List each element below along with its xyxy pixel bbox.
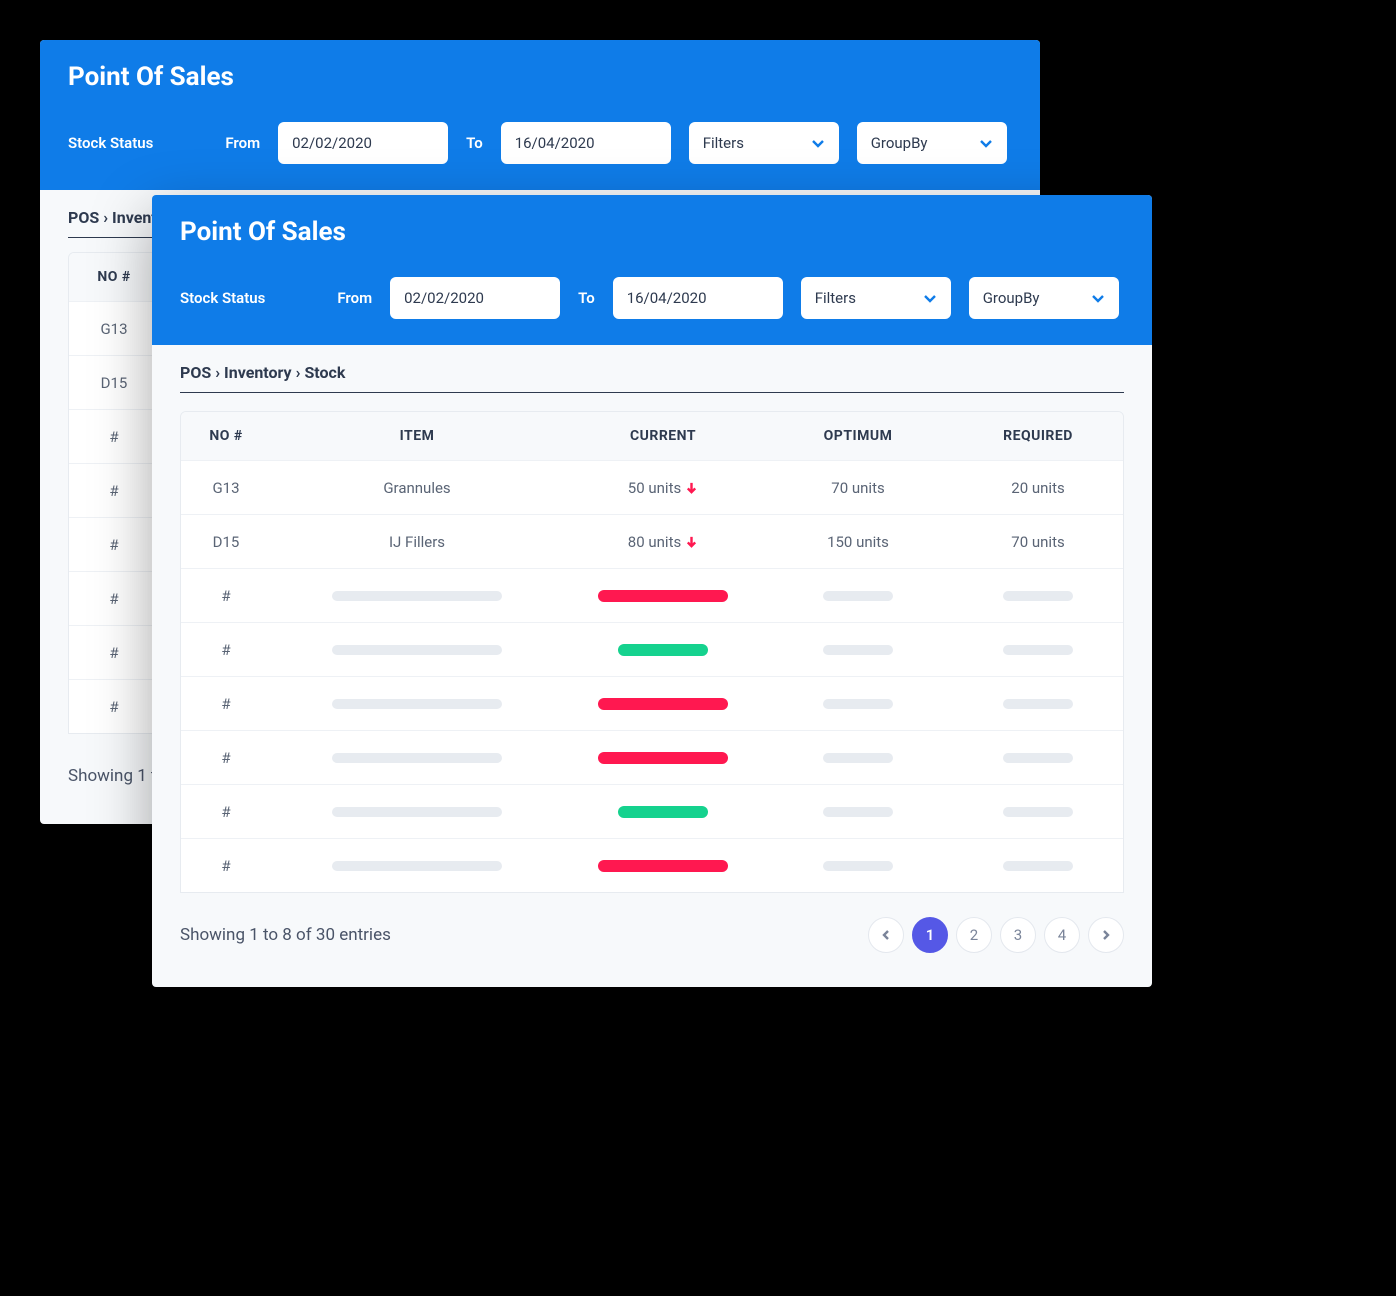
- table-footer: Showing 1 to 8 of 30 entries 1 2 3 4: [152, 893, 1152, 987]
- filters-select[interactable]: Filters: [689, 122, 839, 164]
- stock-status-label: Stock Status: [68, 134, 153, 152]
- col-current: CURRENT: [563, 428, 763, 444]
- table-row[interactable]: #: [181, 838, 1123, 892]
- from-date-input[interactable]: 02/02/2020: [390, 277, 560, 319]
- from-label: From: [337, 289, 372, 307]
- page-button[interactable]: 2: [956, 917, 992, 953]
- table-row[interactable]: #: [181, 730, 1123, 784]
- table-row[interactable]: #: [181, 568, 1123, 622]
- table-row[interactable]: D15 IJ Fillers 80 units 150 units 70 uni…: [181, 514, 1123, 568]
- chevron-down-icon: [1091, 291, 1105, 305]
- to-date-input[interactable]: 16/04/2020: [501, 122, 671, 164]
- to-label: To: [578, 289, 595, 307]
- groupby-select[interactable]: GroupBy: [857, 122, 1007, 164]
- table-header: NO # ITEM CURRENT OPTIMUM REQUIRED: [181, 412, 1123, 460]
- stock-status-label: Stock Status: [180, 289, 265, 307]
- breadcrumb-part[interactable]: POS: [68, 208, 99, 227]
- col-no: NO #: [69, 269, 159, 285]
- col-required: REQUIRED: [953, 428, 1123, 444]
- from-label: From: [225, 134, 260, 152]
- chevron-down-icon: [923, 291, 937, 305]
- arrow-down-icon: [685, 481, 698, 494]
- col-no: NO #: [181, 428, 271, 444]
- showing-status: Showing 1 to 8 of 30 entries: [180, 925, 391, 945]
- page-prev-button[interactable]: [868, 917, 904, 953]
- chevron-down-icon: [979, 136, 993, 150]
- header: Point Of Sales Stock Status From 02/02/2…: [152, 195, 1152, 345]
- breadcrumb: POS›Inventory›Stock: [180, 345, 1124, 393]
- filter-bar: Stock Status From 02/02/2020 To 16/04/20…: [180, 277, 1124, 319]
- col-item: ITEM: [271, 428, 563, 444]
- table-row[interactable]: #: [181, 622, 1123, 676]
- stock-table: NO # ITEM CURRENT OPTIMUM REQUIRED G13 G…: [180, 411, 1124, 893]
- chevron-right-icon: [1100, 929, 1112, 941]
- from-date-input[interactable]: 02/02/2020: [278, 122, 448, 164]
- breadcrumb-part[interactable]: Inventory: [224, 363, 292, 382]
- to-date-input[interactable]: 16/04/2020: [613, 277, 783, 319]
- page-next-button[interactable]: [1088, 917, 1124, 953]
- table-row[interactable]: #: [181, 676, 1123, 730]
- page-button[interactable]: 4: [1044, 917, 1080, 953]
- table-row[interactable]: #: [181, 784, 1123, 838]
- header: Point Of Sales Stock Status From 02/02/2…: [40, 40, 1040, 190]
- breadcrumb-part[interactable]: POS: [180, 363, 211, 382]
- arrow-down-icon: [685, 535, 698, 548]
- page-title: Point Of Sales: [68, 62, 1012, 92]
- chevron-down-icon: [811, 136, 825, 150]
- groupby-select[interactable]: GroupBy: [969, 277, 1119, 319]
- chevron-left-icon: [880, 929, 892, 941]
- page-button[interactable]: 1: [912, 917, 948, 953]
- to-label: To: [466, 134, 483, 152]
- pagination: 1 2 3 4: [868, 917, 1124, 953]
- filters-select[interactable]: Filters: [801, 277, 951, 319]
- page-button[interactable]: 3: [1000, 917, 1036, 953]
- table-row[interactable]: G13 Grannules 50 units 70 units 20 units: [181, 460, 1123, 514]
- page-title: Point Of Sales: [180, 217, 1124, 247]
- filter-bar: Stock Status From 02/02/2020 To 16/04/20…: [68, 122, 1012, 164]
- pos-window-front: Point Of Sales Stock Status From 02/02/2…: [152, 195, 1152, 987]
- col-optimum: OPTIMUM: [763, 428, 953, 444]
- breadcrumb-part[interactable]: Stock: [304, 363, 345, 382]
